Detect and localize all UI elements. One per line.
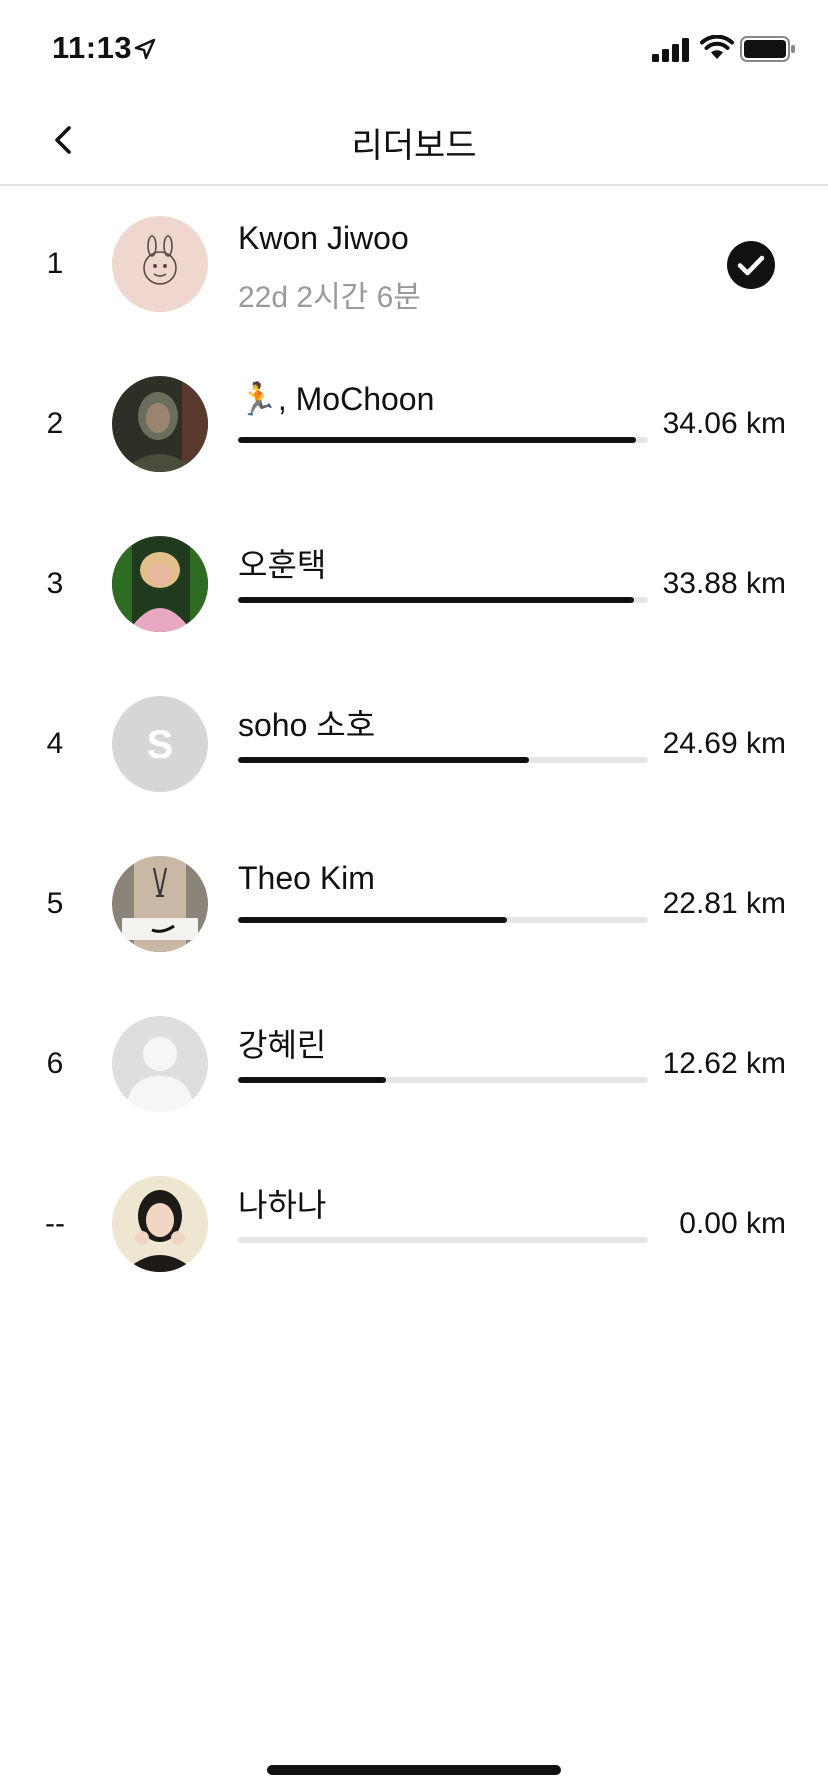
rank-number: 4 xyxy=(46,727,64,760)
avatar[interactable] xyxy=(112,536,208,632)
rank-number: 5 xyxy=(46,887,64,920)
rank-number: 2 xyxy=(46,407,64,440)
battery-icon xyxy=(740,36,795,62)
user-name: 오훈택 xyxy=(238,547,327,583)
leaderboard-row[interactable]: 5 Theo Kim 22.81 km xyxy=(0,824,828,984)
elapsed-time: 22d 2시간 6분 xyxy=(238,281,421,314)
leaderboard-row[interactable]: 4 S soho 소호 24.69 km xyxy=(0,664,828,824)
avatar-initial: S xyxy=(147,723,174,767)
user-name: Kwon Jiwoo xyxy=(238,220,409,256)
leaderboard-list: 1 Kwon Jiwoo 22d 2시간 6분 2 🏃, MoChoon 34.… xyxy=(0,184,828,1304)
cellular-signal-icon xyxy=(652,38,689,62)
avatar[interactable] xyxy=(112,216,208,312)
progress-fill xyxy=(238,757,530,763)
progress-fill xyxy=(238,437,636,443)
distance-value: 0.00 km xyxy=(679,1207,786,1240)
distance-progress-bar xyxy=(238,1237,648,1243)
avatar[interactable] xyxy=(112,376,208,472)
checkmark-circle-icon xyxy=(727,241,775,289)
user-name: 나하나 xyxy=(238,1187,327,1223)
leaderboard-row[interactable]: 2 🏃, MoChoon 34.06 km xyxy=(0,344,828,504)
distance-progress-bar xyxy=(238,757,648,763)
leaderboard-row[interactable]: 6 강혜린 12.62 km xyxy=(0,984,828,1144)
avatar[interactable] xyxy=(112,856,208,952)
home-indicator xyxy=(267,1765,561,1775)
page-title: 리더보드 xyxy=(351,127,477,165)
distance-value: 24.69 km xyxy=(662,727,786,760)
leaderboard-row[interactable]: -- 나하나 0.00 km xyxy=(0,1144,828,1304)
distance-value: 34.06 km xyxy=(662,407,786,440)
distance-progress-bar xyxy=(238,1077,648,1083)
progress-fill xyxy=(238,1077,386,1083)
avatar[interactable] xyxy=(112,1016,208,1112)
user-name: Theo Kim xyxy=(238,860,375,896)
leaderboard-row[interactable]: 3 오훈택 33.88 km xyxy=(0,504,828,664)
status-bar: 11:13 xyxy=(0,0,828,96)
user-name: 🏃, MoChoon xyxy=(238,381,435,417)
distance-progress-bar xyxy=(238,437,648,443)
distance-value: 12.62 km xyxy=(662,1047,786,1080)
avatar[interactable] xyxy=(112,1176,208,1272)
progress-fill xyxy=(238,597,634,603)
leaderboard-row[interactable]: 1 Kwon Jiwoo 22d 2시간 6분 xyxy=(0,184,828,344)
user-name: soho 소호 xyxy=(238,707,376,743)
avatar[interactable]: S xyxy=(112,696,208,792)
rank-number: 3 xyxy=(46,567,64,600)
progress-fill xyxy=(238,917,507,923)
user-name: 강혜린 xyxy=(238,1027,327,1063)
distance-value: 22.81 km xyxy=(662,887,786,920)
distance-progress-bar xyxy=(238,597,648,603)
status-time: 11:13 xyxy=(52,30,133,65)
wifi-icon xyxy=(700,35,734,59)
rank-number: -- xyxy=(45,1207,65,1240)
rank-number: 1 xyxy=(46,247,64,280)
rank-number: 6 xyxy=(46,1047,64,1080)
distance-progress-bar xyxy=(238,917,648,923)
distance-value: 33.88 km xyxy=(662,567,786,600)
location-arrow-icon xyxy=(134,38,156,60)
navigation-bar: 리더보드 xyxy=(0,96,828,186)
